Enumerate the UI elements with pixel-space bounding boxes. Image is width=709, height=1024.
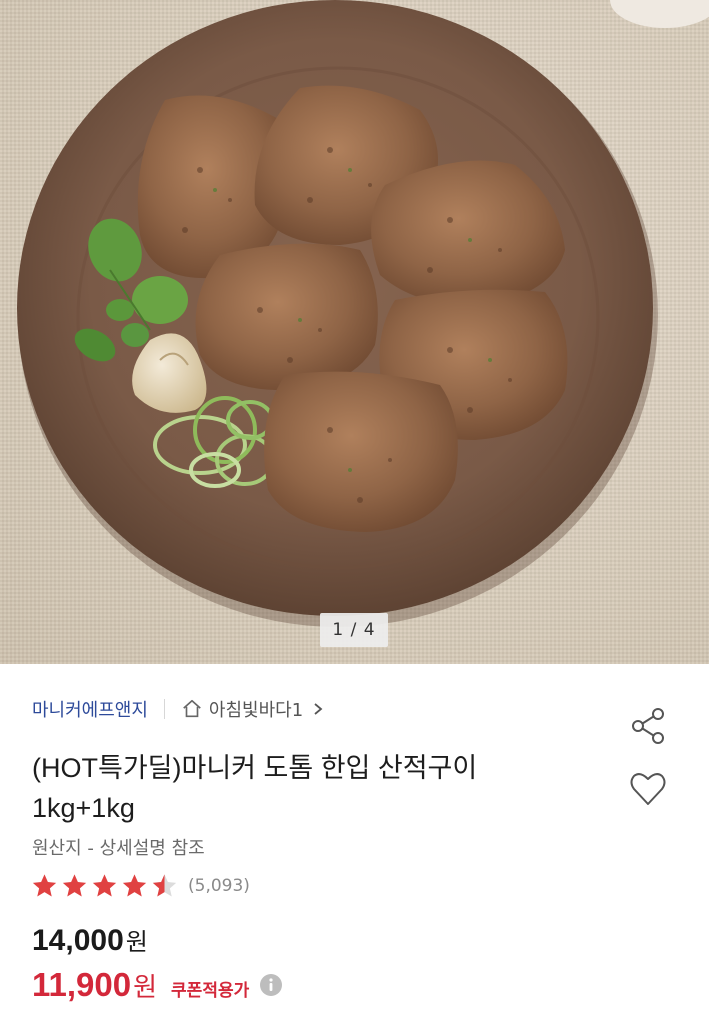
rating-row[interactable]: (5,093) [30,871,250,901]
half-star-icon [152,874,177,897]
divider [163,699,165,719]
coupon-label: 쿠폰적용가 [171,981,250,1001]
heart-icon[interactable] [628,769,668,809]
brand-link[interactable]: 마니커에프앤지 [32,696,148,722]
sale-price-row: 11,900원 쿠폰적용가 [32,966,283,1004]
product-info: 마니커에프앤지 아침빛바다1 (HOT특가딜)마니커 도톰 한입 산적구이 1k… [0,664,709,1024]
star-icon [32,874,57,897]
origin-text: 원산지 - 상세설명 참조 [32,838,205,859]
star-icon [62,874,87,897]
home-icon [183,699,201,718]
info-icon[interactable] [259,973,283,997]
image-counter: 1 / 4 [320,613,388,647]
original-price: 14,000원 [32,922,148,958]
sale-price-value: 11,900 [32,966,132,1003]
currency-label: 원 [133,972,158,1002]
product-photo [17,0,709,627]
sale-price: 11,900원 [32,966,157,1004]
product-title: (HOT특가딜)마니커 도톰 한입 산적구이 1kg+1kg [32,748,592,828]
store-link[interactable]: 아침빛바다1 [181,696,325,722]
product-image-carousel[interactable]: 1 / 4 [0,0,709,664]
share-icon[interactable] [628,706,668,746]
title-line-2: 1kg+1kg [32,793,135,823]
star-rating [30,872,180,900]
brand-row: 마니커에프앤지 아침빛바다1 [32,694,325,724]
chevron-right-icon [314,703,323,715]
star-icon [122,874,147,897]
store-name: 아침빛바다1 [208,700,304,721]
star-icon [92,874,117,897]
review-count: (5,093) [188,876,250,896]
title-line-1: (HOT특가딜)마니커 도톰 한입 산적구이 [32,753,478,783]
currency-label: 원 [125,929,148,956]
original-price-value: 14,000 [32,924,124,957]
